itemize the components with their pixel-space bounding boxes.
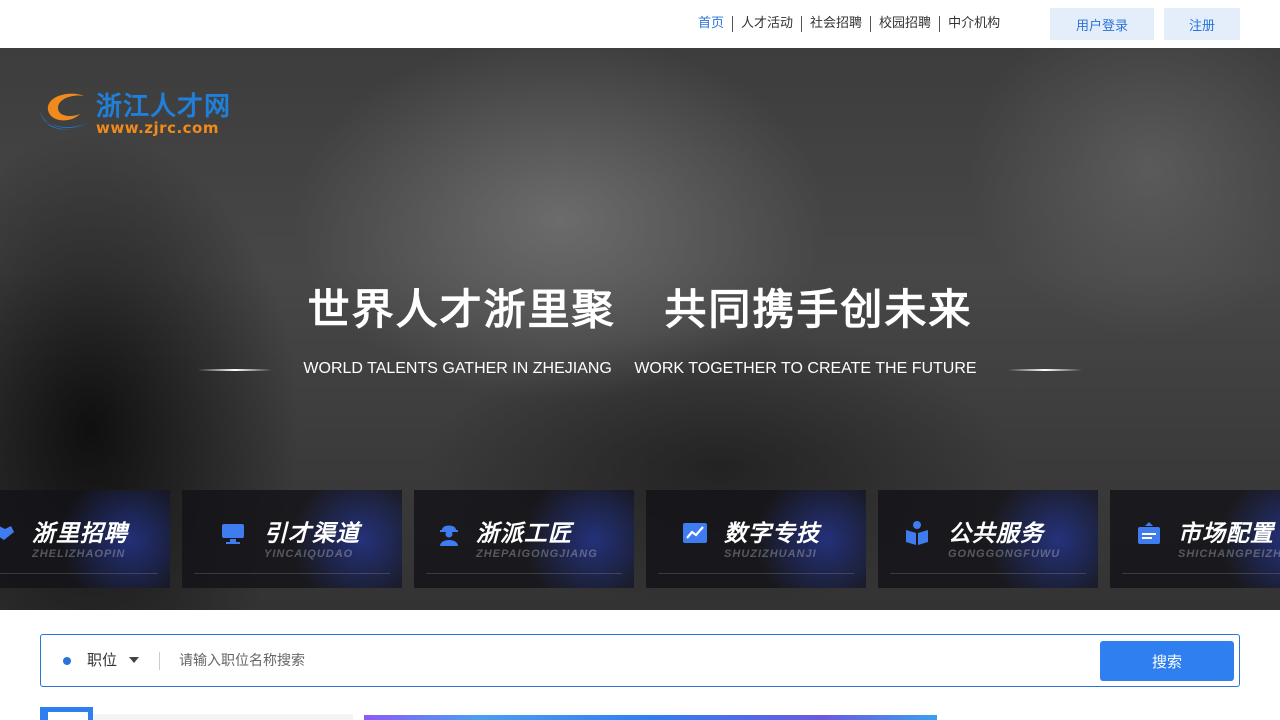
hero-subtitle-part2: WORK TOGETHER TO CREATE THE FUTURE [634, 360, 977, 377]
chart-icon [683, 523, 707, 543]
card-market-allocation[interactable]: 市场配置 SHICHANGPEIZHI [1110, 490, 1280, 588]
search-button[interactable]: 搜索 [1100, 641, 1234, 681]
hero-title-part2: 共同携手创未来 [664, 285, 973, 334]
card-subtitle: SHICHANGPEIZHI [1178, 548, 1280, 560]
card-title: 公共服务 [948, 521, 1044, 547]
card-title: 浙里招聘 [32, 521, 128, 547]
worker-icon [440, 525, 458, 546]
search-type-dot-icon [63, 657, 71, 665]
chevron-down-icon[interactable] [129, 657, 139, 663]
site-logo[interactable]: 浙江人才网 www.zjrc.com [40, 88, 240, 140]
logo-mark-icon [40, 93, 88, 130]
login-button[interactable]: 用户登录 [1050, 8, 1154, 40]
hero-banner: 浙江人才网 www.zjrc.com 世界人才浙里聚 共同携手创未来 WORLD… [0, 48, 1280, 610]
banner-strip-peek [364, 715, 937, 720]
card-subtitle: GONGGONGFUWU [948, 548, 1061, 560]
hero-subtitle-part1: WORLD TALENTS GATHER IN ZHEJIANG [303, 360, 612, 377]
feature-cards: 浙里招聘 ZHELIZHAOPIN 引才渠道 YINCAIQUDAO 浙派工匠 … [0, 490, 1280, 588]
hero-title: 世界人才浙里聚 共同携手创未来 [0, 276, 1280, 337]
nav-social-recruitment-link[interactable]: 社会招聘 [802, 16, 872, 32]
search-bar: 职位 搜索 [40, 634, 1240, 687]
card-public-service[interactable]: 公共服务 GONGGONGFUWU [878, 490, 1098, 588]
service-icon [906, 521, 928, 545]
card-subtitle: YINCAIQUDAO [264, 548, 354, 560]
nav-campus-recruitment-link[interactable]: 校园招聘 [871, 16, 941, 32]
section-tab-peek-inner [48, 712, 88, 720]
nav-talent-events-link[interactable]: 人才活动 [733, 16, 803, 32]
hero-title-part1: 世界人才浙里聚 [307, 285, 616, 334]
card-title: 浙派工匠 [476, 521, 572, 547]
card-subtitle: ZHEPAIGONGJIANG [476, 548, 598, 560]
hero-subtitle: WORLD TALENTS GATHER IN ZHEJIANG WORK TO… [0, 360, 1280, 380]
top-nav: 首页 人才活动 社会招聘 校园招聘 中介机构 [690, 0, 1008, 48]
card-subtitle: ZHELIZHAOPIN [32, 548, 126, 560]
card-zheli-recruitment[interactable]: 浙里招聘 ZHELIZHAOPIN [0, 490, 170, 588]
logo-name: 浙江人才网 [96, 92, 232, 122]
card-title: 市场配置 [1178, 521, 1274, 547]
card-zhepai-craftsmen[interactable]: 浙派工匠 ZHEPAIGONGJIANG [414, 490, 634, 588]
briefcase-icon [1138, 522, 1160, 544]
search-divider [159, 652, 160, 670]
card-digital-tech[interactable]: 数字专技 SHUZIZHUANJI [646, 490, 866, 588]
logo-url: www.zjrc.com [96, 119, 219, 137]
nav-home-link[interactable]: 首页 [690, 16, 734, 32]
register-button[interactable]: 注册 [1164, 8, 1240, 40]
top-bar: 首页 人才活动 社会招聘 校园招聘 中介机构 用户登录 注册 [0, 0, 1280, 48]
card-talent-channels[interactable]: 引才渠道 YINCAIQUDAO [182, 490, 402, 588]
monitor-icon [222, 524, 244, 544]
card-title: 数字专技 [724, 521, 820, 547]
nav-agencies-link[interactable]: 中介机构 [940, 16, 1008, 32]
search-type-select[interactable]: 职位 [87, 635, 117, 686]
card-title: 引才渠道 [264, 521, 360, 547]
section-panel-peek [93, 714, 353, 720]
search-input[interactable] [179, 645, 1079, 677]
handshake-icon [0, 526, 14, 540]
card-subtitle: SHUZIZHUANJI [724, 548, 817, 560]
